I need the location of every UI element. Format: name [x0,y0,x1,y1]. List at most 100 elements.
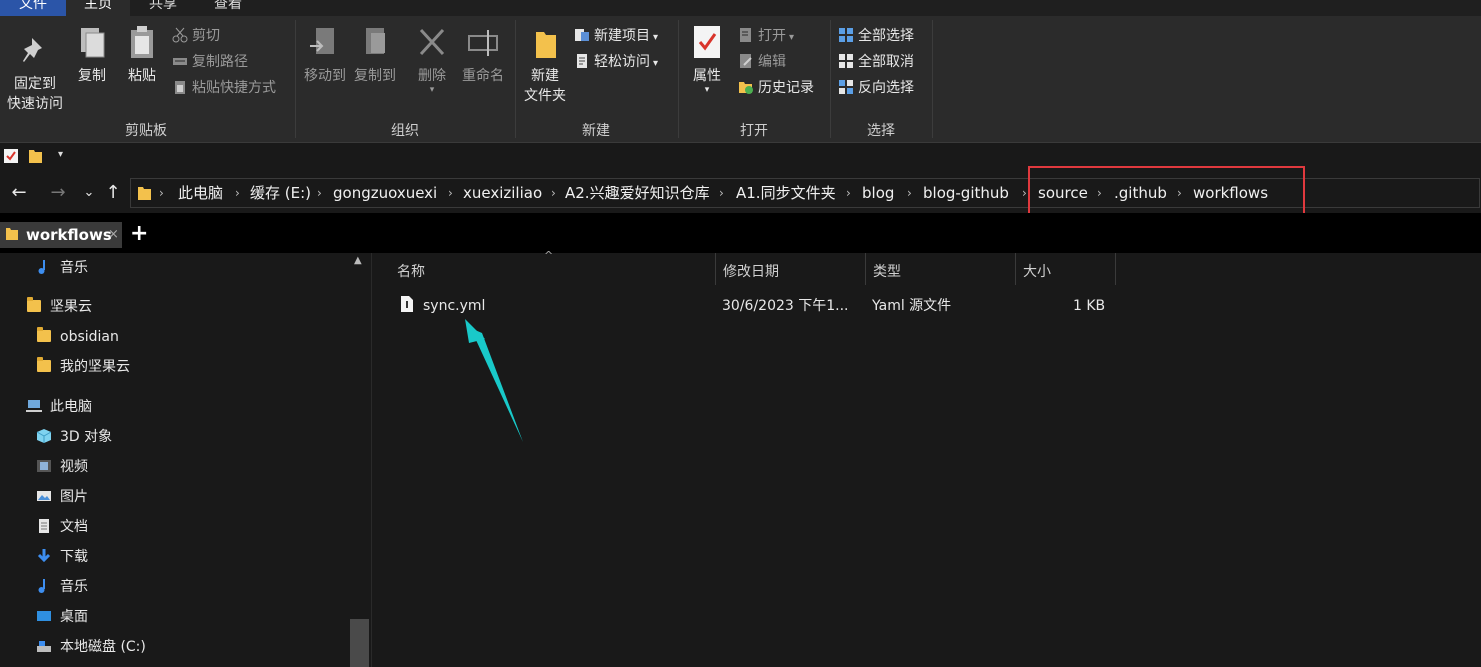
breadcrumb-chevron-icon[interactable]: › [719,179,724,207]
select-none-button[interactable]: 全部取消 [838,51,914,73]
nav-item-my-jianguoyun[interactable]: 我的坚果云 [36,352,130,382]
paste-shortcut-button[interactable]: 粘贴快捷方式 [172,77,276,99]
pin-to-quick-access-button[interactable]: 固定到 快速访问 [2,32,68,114]
column-header-name[interactable]: 名称 [397,257,425,287]
column-header-size[interactable]: 大小 [1023,257,1051,287]
breadcrumb-item[interactable]: blog [862,179,894,207]
nav-item-this-pc[interactable]: 此电脑 [26,392,92,422]
menu-tab-view[interactable]: 查看 [196,0,260,16]
cut-button[interactable]: 剪切 [172,25,220,47]
nav-item-local-disk-c[interactable]: 本地磁盘 (C:) [36,632,146,662]
computer-icon [26,395,42,412]
nav-item-jianguoyun[interactable]: 坚果云 [26,292,92,322]
new-folder-quick-icon[interactable] [28,148,44,164]
new-folder-button[interactable]: 新建 文件夹 [520,24,570,106]
breadcrumb-chevron-icon[interactable]: › [1022,179,1027,207]
new-item-button[interactable]: 新建项目 ▾ [574,25,658,47]
history-icon [738,79,754,95]
menu-tab-file[interactable]: 文件 [0,0,66,16]
nav-item-videos[interactable]: 视频 [36,452,88,482]
up-arrow-icon[interactable]: ↑ [102,180,124,206]
easy-access-dropdown-icon: ▾ [653,58,659,69]
breadcrumb-chevron-icon[interactable]: › [159,179,164,207]
breadcrumb-item[interactable]: A2.兴趣爱好知识仓库 [565,179,710,207]
breadcrumb-item[interactable]: A1.同步文件夹 [736,179,836,207]
breadcrumb-item[interactable]: 缓存 (E:) [250,179,311,207]
nav-item-label: 文档 [60,519,88,535]
pin-label-line1: 固定到 [14,76,56,92]
nav-item-pictures[interactable]: 图片 [36,482,88,512]
breadcrumb-item[interactable]: blog-github [923,179,1009,207]
menu-tab-share[interactable]: 共享 [132,0,194,16]
breadcrumb-item[interactable]: gongzuoxuexi [333,179,437,207]
column-header-modified[interactable]: 修改日期 [723,257,779,287]
new-tab-plus-icon[interactable]: + [130,221,148,247]
drive-icon [36,635,52,652]
copy-to-button[interactable]: 复制到 [350,24,400,86]
file-type: Yaml 源文件 [872,298,952,314]
nav-item-obsidian[interactable]: obsidian [36,322,119,352]
nav-item-desktop[interactable]: 桌面 [36,602,88,632]
column-separator[interactable] [865,253,866,285]
forward-arrow-icon[interactable]: → [47,180,69,206]
back-arrow-icon[interactable]: ← [8,180,30,206]
rename-button[interactable]: 重命名 [458,24,508,86]
column-separator[interactable] [1015,253,1016,285]
nav-item-documents[interactable]: 文档 [36,512,88,542]
easy-access-button[interactable]: 轻松访问 ▾ [574,51,658,73]
nav-item-downloads[interactable]: 下载 [36,542,88,572]
new-item-icon [574,27,590,43]
breadcrumb-chevron-icon[interactable]: › [448,179,453,207]
music-icon [36,575,52,593]
open-button[interactable]: 打开 ▾ [738,25,794,47]
tab-close-icon[interactable]: × [108,224,119,246]
file-modified: 30/6/2023 下午1... [722,298,849,314]
breadcrumb-item[interactable]: 此电脑 [178,179,223,207]
copy-path-button[interactable]: 复制路径 [172,51,248,73]
copy-icon [75,24,109,62]
nav-item-3d-objects[interactable]: 3D 对象 [36,422,112,452]
easy-access-icon [574,53,590,69]
move-to-button[interactable]: 移动到 [300,24,350,86]
nav-item-label: 桌面 [60,609,88,625]
column-header-type[interactable]: 类型 [873,257,901,287]
nav-item-label: 我的坚果云 [60,359,130,375]
nav-item-label: obsidian [60,329,119,345]
column-separator[interactable] [715,253,716,285]
ribbon-separator [932,20,933,138]
tab-workflows[interactable]: workflows × [0,222,122,248]
select-all-label: 全部选择 [858,28,914,44]
breadcrumb-chevron-icon[interactable]: › [317,179,322,207]
nav-pane-scrollbar[interactable]: ▲ [349,253,370,667]
nav-item-music-top[interactable]: 音乐 [36,253,88,283]
delete-button[interactable]: 删除 ▾ [410,24,454,95]
edit-button[interactable]: 编辑 [738,51,786,73]
invert-selection-button[interactable]: 反向选择 [838,77,914,99]
copy-button[interactable]: 复制 [70,24,114,86]
paste-button[interactable]: 粘贴 [120,24,164,86]
column-separator[interactable] [1115,253,1116,285]
ribbon-separator [830,20,831,138]
properties-button[interactable]: 属性 ▾ [684,24,730,95]
annotation-arrow [465,319,523,442]
select-all-button[interactable]: 全部选择 [838,25,914,47]
breadcrumb-chevron-icon[interactable]: › [907,179,912,207]
breadcrumb-chevron-icon[interactable]: › [235,179,240,207]
breadcrumb-chevron-icon[interactable]: › [846,179,851,207]
recent-locations-chevron-icon[interactable]: ⌄ [78,180,100,206]
select-all-icon [838,27,854,43]
nav-item-label: 此电脑 [50,399,92,415]
nav-item-music[interactable]: 音乐 [36,572,88,602]
properties-check-icon[interactable] [4,149,18,163]
tab-bar: workflows × + [0,213,1481,253]
scrollbar-thumb[interactable] [350,619,369,667]
breadcrumb-item[interactable]: xuexiziliao [463,179,542,207]
breadcrumb-chevron-icon[interactable]: › [551,179,556,207]
cube-icon [36,425,52,443]
sort-ascending-icon: ^ [544,249,554,262]
scroll-up-arrow-icon[interactable]: ▲ [354,255,362,266]
menu-tab-home[interactable]: 主页 [66,0,130,16]
customize-toolbar-chevron-icon[interactable]: ▾ [58,149,63,160]
history-button[interactable]: 历史记录 [738,77,814,99]
folder-icon [36,327,52,344]
